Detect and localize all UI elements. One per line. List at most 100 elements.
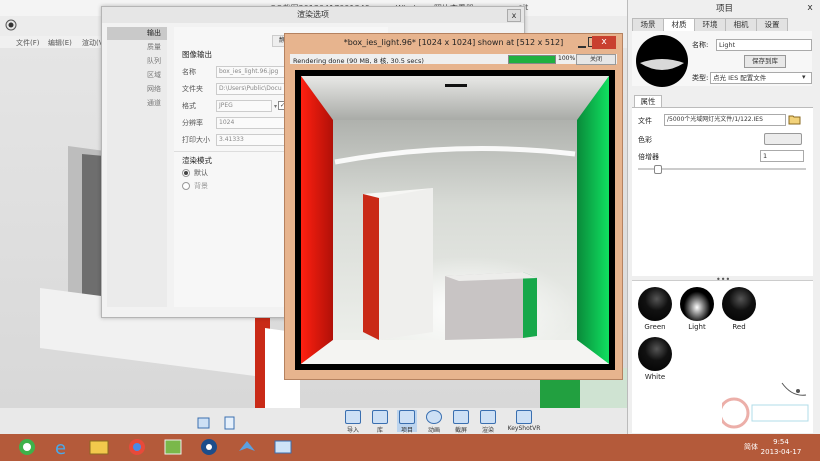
multiplier-slider-track[interactable] xyxy=(638,168,806,170)
chevron-down-icon: ▾ xyxy=(802,73,806,81)
nav-output[interactable]: 输出 xyxy=(107,27,167,40)
format-label: 格式 xyxy=(182,102,196,110)
resolution-label: 分辨率 xyxy=(182,119,203,127)
ies-file-input[interactable]: /5000个光域网灯光文件/1/122.IES xyxy=(664,114,786,126)
animation-icon xyxy=(426,410,442,424)
start-icon[interactable] xyxy=(16,437,38,457)
nav-queue[interactable]: 队列 xyxy=(107,55,167,68)
system-clock[interactable]: 9:54 2013-04-17 xyxy=(756,437,806,457)
minimize-icon[interactable] xyxy=(578,38,586,48)
folder-icon[interactable] xyxy=(788,114,802,125)
library-item[interactable]: Light xyxy=(680,287,714,331)
format-select[interactable]: JPEG xyxy=(216,100,272,112)
clock-time: 9:54 xyxy=(773,438,789,446)
project-close-button[interactable]: x xyxy=(805,3,815,13)
render-window-close-button[interactable]: x xyxy=(592,36,616,49)
viewer-menu-bar: 文件(F) 编辑(E) 渲动(V) xyxy=(0,36,110,48)
material-name-input[interactable]: Light xyxy=(716,39,812,51)
toolbar-keyshotvr[interactable]: KeyShotVR xyxy=(506,410,542,432)
mode-default-label: 默认 xyxy=(194,169,208,177)
library-item[interactable]: White xyxy=(638,337,672,381)
render-output-image xyxy=(295,70,615,370)
keyshot-icon[interactable] xyxy=(198,437,220,457)
tab-scene[interactable]: 场景 xyxy=(632,18,664,32)
app-icon[interactable] xyxy=(162,437,184,457)
dialog-title: 渲染选项 xyxy=(102,7,524,23)
nav-network[interactable]: 网络 xyxy=(107,83,167,96)
toolbar-render[interactable]: 渲染 xyxy=(478,410,498,434)
toolbar-animation[interactable]: 动画 xyxy=(424,410,444,434)
explorer-icon[interactable] xyxy=(88,437,110,457)
chevron-down-icon: ▾ xyxy=(274,103,278,110)
nav-channels[interactable]: 通道 xyxy=(107,97,167,110)
material-ball xyxy=(722,287,756,321)
material-type-select[interactable]: 点光 IES 配置文件 xyxy=(710,72,812,84)
multiplier-slider-handle[interactable] xyxy=(654,165,662,174)
screenshot-icon xyxy=(453,410,469,424)
ie-icon[interactable]: e xyxy=(52,437,74,459)
library-icon xyxy=(372,410,388,424)
menu-file[interactable]: 文件(F) xyxy=(16,38,40,48)
clock-date: 2013-04-17 xyxy=(760,448,802,456)
mode-background-label: 背景 xyxy=(194,182,208,190)
render-close-button[interactable]: 关闭 xyxy=(576,54,616,65)
import-icon xyxy=(345,410,361,424)
print-size-label: 打印大小 xyxy=(182,136,210,144)
render-window: *box_ies_light.96* [1024 x 1024] shown a… xyxy=(284,33,623,380)
material-ball xyxy=(638,337,672,371)
keyshot-toolbar: 导入 库 项目 动画 截屏 渲染 KeyShotVR xyxy=(0,408,628,434)
color-label: 色彩 xyxy=(638,136,652,144)
project-title: 项目 xyxy=(715,4,733,14)
image-output-header: 图像输出 xyxy=(182,50,212,59)
tab-environment[interactable]: 环境 xyxy=(694,18,726,32)
toolbar-screenshot[interactable]: 截屏 xyxy=(451,410,471,434)
name-label: 名称 xyxy=(182,68,196,76)
render-status-text: Rendering done (90 MB, 8 核, 30.5 secs) xyxy=(293,57,424,65)
resolution-input[interactable]: 1024 xyxy=(216,117,290,129)
properties-panel: 文件 /5000个光域网灯光文件/1/122.IES 色彩 倍增器 1 xyxy=(632,107,813,276)
print-size-input[interactable]: 3.41333 xyxy=(216,134,290,146)
tab-material[interactable]: 材质 xyxy=(663,18,695,32)
toolbar-library[interactable]: 库 xyxy=(370,410,390,434)
multiplier-label: 倍增器 xyxy=(638,153,659,161)
material-preview xyxy=(634,33,690,89)
render-progress-label: 100% xyxy=(558,55,576,62)
windows-taskbar: e 简体 9:54 2013-04-17 xyxy=(0,434,820,461)
viewer-app-icon xyxy=(4,18,18,32)
file-label: 文件 xyxy=(638,117,652,125)
tab-settings[interactable]: 设置 xyxy=(756,18,788,32)
render-progress-bar xyxy=(508,55,556,64)
copy-icon[interactable] xyxy=(222,416,238,430)
tab-camera[interactable]: 相机 xyxy=(725,18,757,32)
render-icon xyxy=(480,410,496,424)
folder-label: 文件夹 xyxy=(182,85,203,93)
color-swatch[interactable] xyxy=(764,133,802,145)
mode-default-radio[interactable] xyxy=(182,169,190,177)
dialog-nav: 输出 质量 队列 区域 网络 通道 xyxy=(107,27,167,307)
project-tabs: 场景 材质 环境 相机 设置 xyxy=(632,18,817,32)
material-header: 名称: Light 保存到库 类型: 点光 IES 配置文件 ▾ xyxy=(632,31,812,89)
window-app-icon[interactable] xyxy=(272,437,294,457)
menu-edit[interactable]: 编辑(E) xyxy=(48,38,72,48)
color-app-icon[interactable] xyxy=(126,437,148,457)
material-library: Green Light Red White xyxy=(632,280,813,433)
folder-input[interactable]: D:\Users\Public\Docu xyxy=(216,83,290,95)
library-item[interactable]: Red xyxy=(722,287,756,331)
save-to-library-button[interactable]: 保存到库 xyxy=(744,55,786,68)
bird-app-icon[interactable] xyxy=(236,437,258,457)
dialog-close-button[interactable]: x xyxy=(507,9,521,22)
rotate-icon[interactable] xyxy=(196,416,212,430)
render-progress-fill xyxy=(509,56,555,63)
mode-background-radio[interactable] xyxy=(182,182,190,190)
toolbar-project[interactable]: 项目 xyxy=(397,410,417,434)
toolbar-import[interactable]: 导入 xyxy=(343,410,363,434)
nav-quality[interactable]: 质量 xyxy=(107,41,167,54)
name-input[interactable]: box_ies_light.96.jpg xyxy=(216,66,290,78)
multiplier-input[interactable]: 1 xyxy=(760,150,804,162)
library-item[interactable]: Green xyxy=(638,287,672,331)
watermark-logo xyxy=(722,382,809,429)
nav-region[interactable]: 区域 xyxy=(107,69,167,82)
material-ball xyxy=(638,287,672,321)
svg-text:e: e xyxy=(55,438,66,457)
keyshotvr-icon xyxy=(516,410,532,424)
